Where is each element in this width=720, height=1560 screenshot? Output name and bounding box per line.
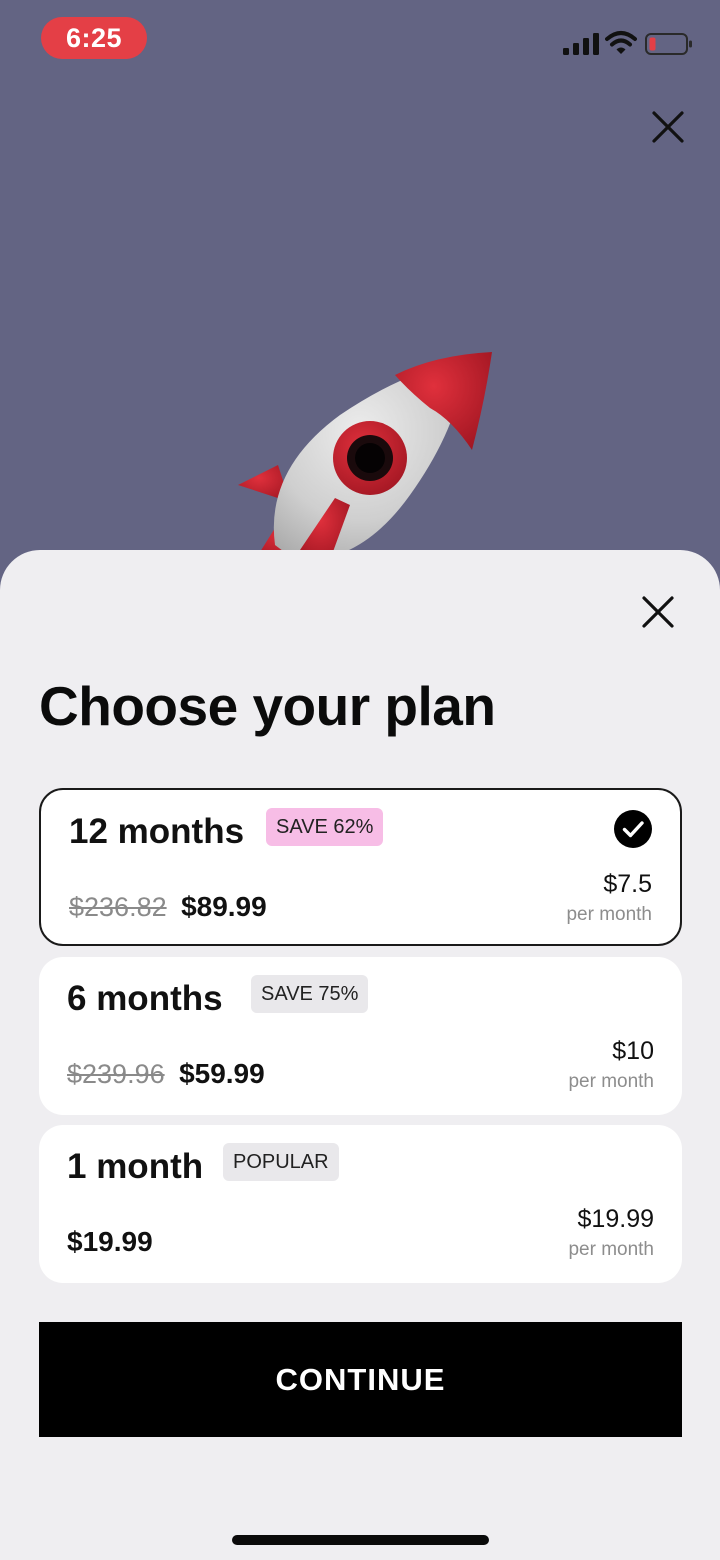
continue-button[interactable]: CONTINUE [39, 1322, 682, 1437]
per-month-price: $10 [612, 1037, 654, 1065]
plan-price: $89.99 [181, 891, 267, 922]
save-badge: SAVE 75% [251, 975, 369, 1013]
status-time: 6:25 [41, 17, 147, 59]
plan-name: 1 month [67, 1147, 204, 1186]
original-price: $236.82 [69, 892, 167, 922]
save-badge: SAVE 62% [266, 808, 384, 846]
per-month-label: per month [568, 1239, 654, 1260]
popular-badge: POPULAR [223, 1143, 339, 1181]
wifi-icon [605, 31, 637, 54]
signal-icon [563, 33, 599, 55]
plan-name: 6 months [67, 979, 223, 1018]
close-icon[interactable] [638, 592, 678, 632]
check-circle-icon [614, 810, 652, 848]
per-month-price: $19.99 [577, 1205, 654, 1233]
per-month-label: per month [566, 904, 652, 925]
price-row: $19.99 [67, 1223, 153, 1266]
paywall-screen: 6:25 Choose your plan 12 months SAVE 62%… [0, 0, 720, 1560]
per-month-label: per month [568, 1071, 654, 1092]
close-icon[interactable] [648, 107, 688, 147]
plan-bottom-sheet: Choose your plan 12 months SAVE 62% $236… [0, 550, 720, 1560]
page-title: Choose your plan [39, 675, 496, 737]
price-row: $236.82 $89.99 [69, 888, 267, 931]
per-month-price: $7.5 [603, 870, 652, 898]
status-bar: 6:25 [0, 0, 720, 80]
plan-name: 12 months [69, 812, 245, 851]
home-indicator [232, 1535, 489, 1545]
battery-low-icon [645, 33, 692, 55]
plan-price: $59.99 [179, 1058, 265, 1089]
plan-price: $19.99 [67, 1226, 153, 1257]
plan-option-6-months[interactable]: 6 months SAVE 75% $239.96 $59.99 $10 per… [39, 957, 682, 1115]
plan-option-12-months[interactable]: 12 months SAVE 62% $236.82 $89.99 $7.5 p… [39, 788, 682, 946]
price-row: $239.96 $59.99 [67, 1055, 265, 1098]
plan-option-1-month[interactable]: 1 month POPULAR $19.99 $19.99 per month [39, 1125, 682, 1283]
original-price: $239.96 [67, 1059, 165, 1089]
